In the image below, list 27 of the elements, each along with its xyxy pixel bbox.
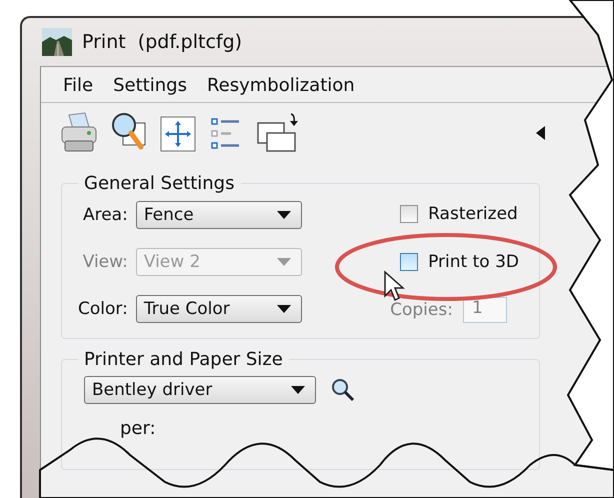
menu-item[interactable]: File [63, 75, 94, 96]
field-label: View: [82, 252, 128, 272]
menu-item[interactable]: Resymbolization [206, 75, 355, 96]
dropdown-arrow-icon [276, 210, 291, 219]
dropdown-arrow-icon [276, 258, 291, 266]
windows-arrow-icon[interactable] [255, 111, 301, 155]
checkbox-label: Print to 3D [428, 252, 519, 272]
dropdown[interactable]: Bentley driver [84, 376, 316, 404]
field-label: per: [119, 418, 157, 439]
group-title: General Settings [83, 173, 236, 194]
dropdown-arrow-icon [276, 305, 291, 314]
field-label: Color: [78, 299, 128, 320]
window-title: Print (pdf.pltcfg) [82, 31, 242, 53]
copies-label: Copies: [390, 300, 453, 320]
expand-arrow-icon[interactable] [534, 125, 546, 141]
mouse-cursor-icon [383, 270, 405, 302]
dropdown[interactable]: Fence [136, 200, 302, 229]
checkbox[interactable] [400, 205, 418, 223]
checkbox[interactable] [400, 253, 418, 271]
group-title: Printer and Paper Size [83, 349, 284, 370]
menu-item[interactable]: Settings [113, 75, 187, 96]
road-picture-icon [42, 28, 72, 56]
field-label: Area: [82, 204, 128, 225]
checkbox-label: Rasterized [428, 204, 518, 224]
dropdown[interactable]: True Color [136, 295, 302, 324]
search-icon[interactable] [330, 377, 356, 403]
dropdown-arrow-icon [291, 386, 305, 394]
